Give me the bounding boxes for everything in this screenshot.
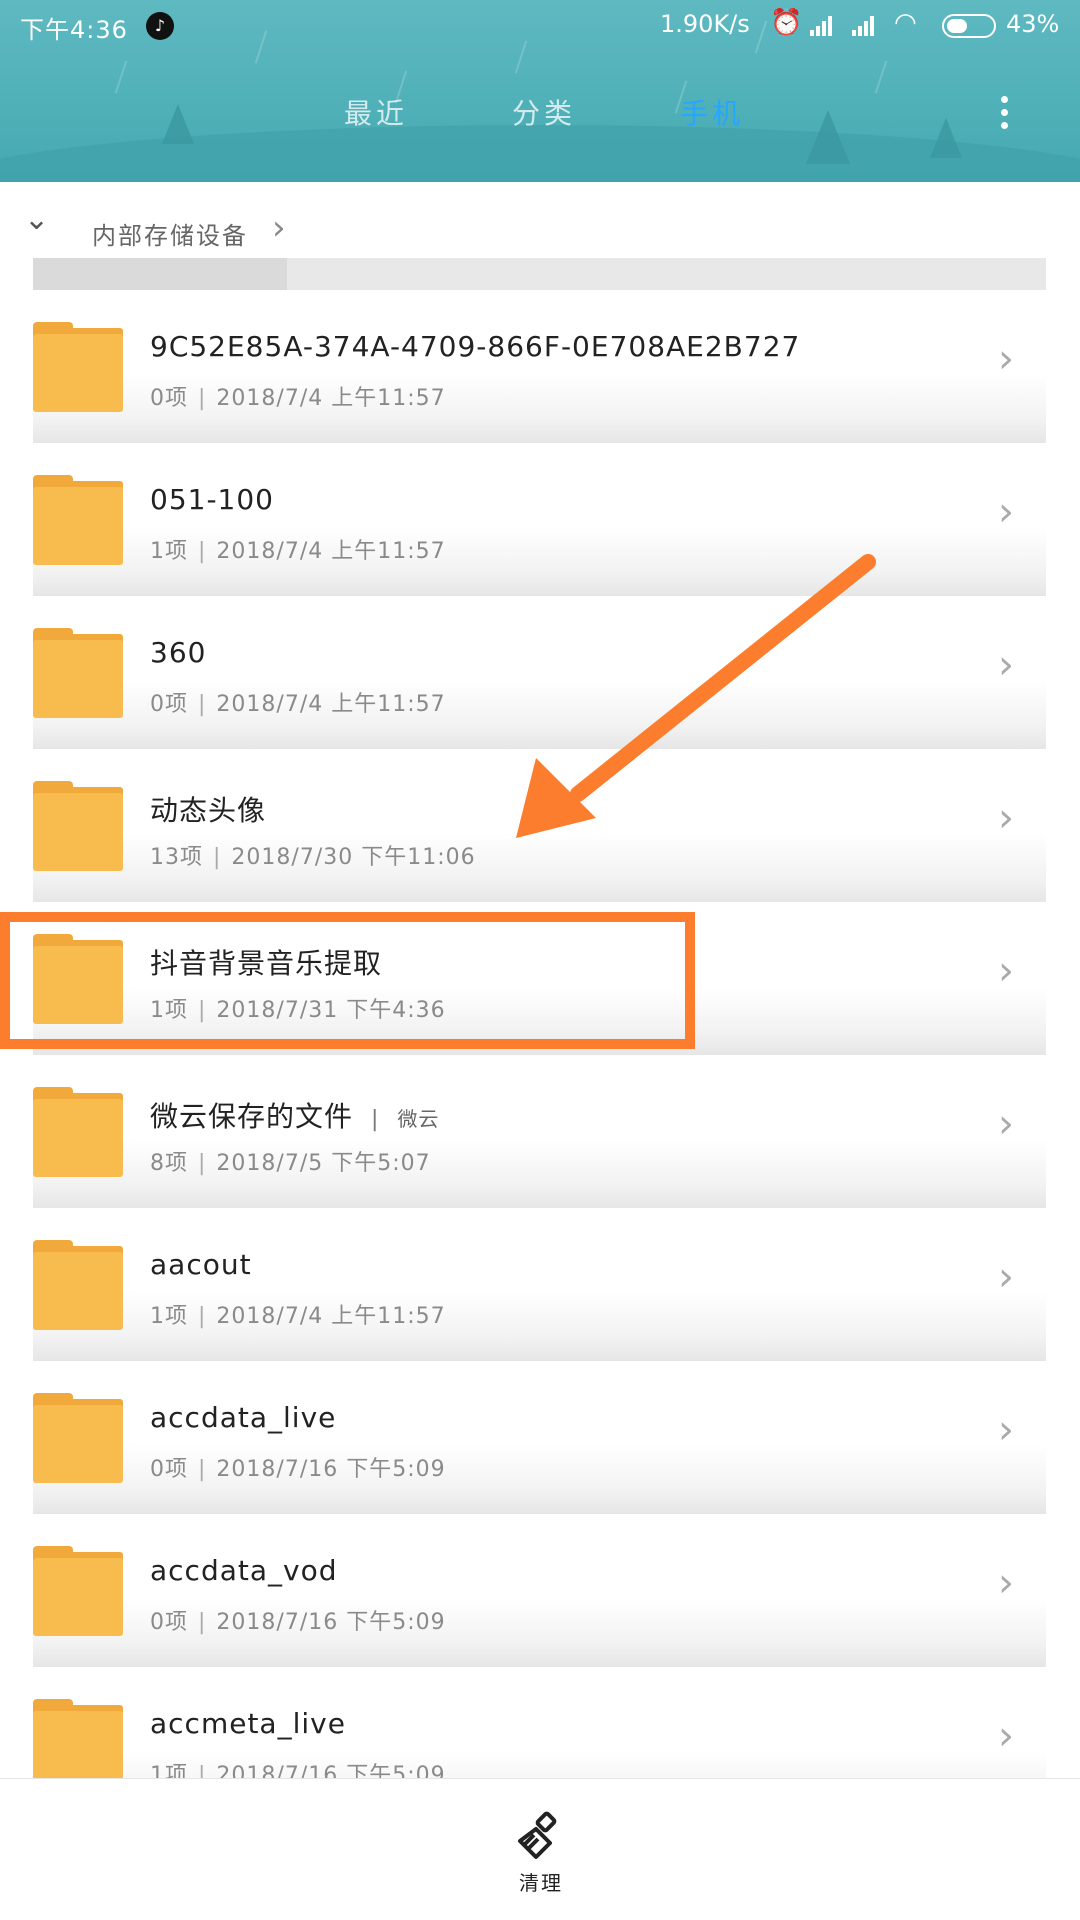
- folder-name: 051-100: [150, 483, 274, 516]
- tab-phone[interactable]: 手机: [680, 92, 744, 132]
- wifi-icon: ◠: [894, 8, 917, 38]
- folder-name: aacout: [150, 1248, 252, 1281]
- folder-meta: 1项 | 2018/7/4 上午11:57: [150, 1304, 446, 1329]
- breadcrumb: ⌄ 内部存储设备 ›: [0, 182, 1080, 262]
- clean-label: 清理: [519, 1871, 563, 1895]
- folder-meta: 13项 | 2018/7/30 下午11:06: [150, 845, 476, 870]
- list-item[interactable]: 360 0项 | 2018/7/4 上午11:57 ›: [0, 596, 1080, 749]
- tiktok-icon: ♪: [146, 12, 174, 40]
- chevron-right-icon: ›: [998, 795, 1014, 841]
- battery-level: 43%: [1006, 10, 1060, 38]
- chevron-right-icon: ›: [998, 1407, 1014, 1453]
- chevron-right-icon: ›: [998, 1713, 1014, 1759]
- folder-meta: 0项 | 2018/7/4 上午11:57: [150, 692, 446, 717]
- network-speed: 1.90K/s: [660, 10, 750, 38]
- status-bar: 下午4:36 ♪ 1.90K/s ⏰ ◠ 43%: [0, 0, 1080, 50]
- folder-name: 微云保存的文件 | 微云: [150, 1100, 440, 1133]
- bottom-bar: 清理: [0, 1778, 1080, 1920]
- battery-icon: [942, 14, 996, 38]
- tab-bar: 最近 分类 手机: [0, 92, 1080, 142]
- chevron-right-icon: ›: [998, 1254, 1014, 1300]
- folder-name: accmeta_live: [150, 1707, 346, 1740]
- breadcrumb-storage[interactable]: 内部存储设备: [92, 216, 248, 251]
- folder-icon: [33, 322, 123, 412]
- status-time: 下午4:36: [20, 16, 128, 44]
- list-item[interactable]: 微云保存的文件 | 微云 8项 | 2018/7/5 下午5:07 ›: [0, 1055, 1080, 1208]
- list-item[interactable]: 051-100 1项 | 2018/7/4 上午11:57 ›: [0, 443, 1080, 596]
- folder-name: 动态头像: [150, 794, 267, 827]
- folder-icon: [33, 475, 123, 565]
- highlight-box: [0, 912, 695, 1049]
- list-item[interactable]: 动态头像 13项 | 2018/7/30 下午11:06 ›: [0, 749, 1080, 902]
- chevron-down-icon[interactable]: ⌄: [24, 202, 49, 237]
- app-header: 下午4:36 ♪ 1.90K/s ⏰ ◠ 43% 最近 分类 手机: [0, 0, 1080, 182]
- folder-icon: [33, 1087, 123, 1177]
- list-item[interactable]: aacout 1项 | 2018/7/4 上午11:57 ›: [0, 1208, 1080, 1361]
- list-item[interactable]: accdata_live 0项 | 2018/7/16 下午5:09 ›: [0, 1361, 1080, 1514]
- folder-icon: [33, 1546, 123, 1636]
- chevron-right-icon: ›: [998, 1101, 1014, 1147]
- folder-meta: 8项 | 2018/7/5 下午5:07: [150, 1151, 431, 1176]
- folder-meta: 0项 | 2018/7/4 上午11:57: [150, 386, 446, 411]
- alarm-icon: ⏰: [770, 8, 803, 38]
- folder-name: accdata_vod: [150, 1554, 338, 1587]
- list-item[interactable]: accdata_vod 0项 | 2018/7/16 下午5:09 ›: [0, 1514, 1080, 1667]
- signal-icon: [852, 14, 878, 36]
- folder-name: accdata_live: [150, 1401, 337, 1434]
- signal-icon: [810, 14, 836, 36]
- tab-recent[interactable]: 最近: [344, 92, 408, 132]
- folder-icon: [33, 1393, 123, 1483]
- folder-icon: [33, 1699, 123, 1789]
- chevron-right-icon: ›: [998, 336, 1014, 382]
- folder-name: 9C52E85A-374A-4709-866F-0E708AE2B727: [150, 330, 801, 363]
- chevron-right-icon: ›: [272, 208, 286, 248]
- folder-tag: 微云: [397, 1107, 440, 1131]
- tab-category[interactable]: 分类: [512, 92, 576, 132]
- chevron-right-icon: ›: [998, 948, 1014, 994]
- chevron-right-icon: ›: [998, 1560, 1014, 1606]
- folder-name: 360: [150, 636, 207, 669]
- chevron-right-icon: ›: [998, 489, 1014, 535]
- more-menu-icon[interactable]: [994, 96, 1014, 136]
- folder-meta: 0项 | 2018/7/16 下午5:09: [150, 1457, 446, 1482]
- clean-button[interactable]: 清理: [496, 1809, 586, 1909]
- folder-meta: 0项 | 2018/7/16 下午5:09: [150, 1610, 446, 1635]
- broom-icon: [518, 1811, 557, 1859]
- list-item[interactable]: 9C52E85A-374A-4709-866F-0E708AE2B727 0项 |…: [0, 290, 1080, 443]
- breadcrumb-divider: [33, 258, 1046, 290]
- folder-meta: 1项 | 2018/7/4 上午11:57: [150, 539, 446, 564]
- chevron-right-icon: ›: [998, 642, 1014, 688]
- folder-icon: [33, 1240, 123, 1330]
- folder-icon: [33, 781, 123, 871]
- folder-icon: [33, 628, 123, 718]
